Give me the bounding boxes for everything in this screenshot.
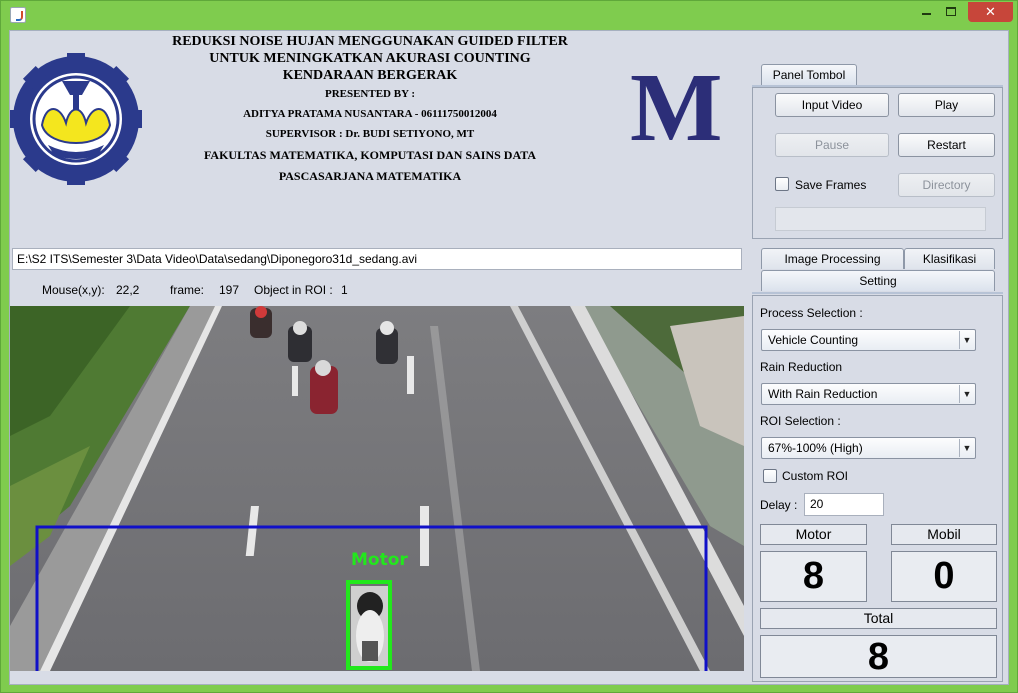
its-logo [10, 53, 142, 185]
mouse-value: 22,2 [116, 283, 140, 297]
app-window: ✕ REDUKSI NOISE HUJAN MENGGUNAKAN GUIDED… [0, 0, 1018, 693]
custom-roi-label: Custom ROI [782, 469, 849, 483]
motor-count-value: 8 [760, 551, 867, 602]
setting-tab-line [752, 292, 1003, 294]
pause-button[interactable]: Pause [775, 133, 889, 157]
faculty: FAKULTAS MATEMATIKA, KOMPUTASI DAN SAINS… [203, 148, 537, 162]
roi-count-value: 1 [341, 283, 348, 297]
save-frames-checkbox[interactable] [775, 177, 789, 191]
mouse-label: Mouse(x,y): [42, 283, 105, 297]
process-selection-value: Vehicle Counting [768, 333, 859, 347]
roi-selection-label: ROI Selection : [760, 414, 841, 428]
supervisor: SUPERVISOR : Dr. BUDI SETIYONO, MT [265, 128, 475, 140]
author: ADITYA PRATAMA NUSANTARA - 0611175001200… [243, 108, 497, 120]
delay-input[interactable]: 20 [804, 493, 884, 516]
chevron-down-icon: ▼ [959, 439, 974, 457]
mobil-count-label: Mobil [891, 524, 997, 545]
file-path-field[interactable]: E:\S2 ITS\Semester 3\Data Video\Data\sed… [12, 248, 742, 270]
maximize-icon[interactable] [946, 7, 956, 16]
video-frame[interactable]: Motor [10, 306, 744, 671]
video-frame-image [10, 306, 744, 671]
chevron-down-icon: ▼ [959, 385, 974, 403]
directory-path-field [775, 207, 986, 231]
mobil-count-value: 0 [891, 551, 997, 602]
directory-button[interactable]: Directory [898, 173, 995, 197]
rain-reduction-dropdown[interactable]: With Rain Reduction ▼ [761, 383, 976, 405]
process-selection-dropdown[interactable]: Vehicle Counting ▼ [761, 329, 976, 351]
rain-reduction-label: Rain Reduction [760, 360, 843, 374]
total-count-value: 8 [760, 635, 997, 678]
tab-panel-tombol[interactable]: Panel Tombol [761, 64, 857, 85]
process-selection-label: Process Selection : [760, 306, 863, 320]
frame-label: frame: [170, 283, 205, 297]
delay-label: Delay : [760, 498, 798, 512]
tab-klasifikasi[interactable]: Klasifikasi [904, 248, 995, 269]
play-button[interactable]: Play [898, 93, 995, 117]
save-frames-label: Save Frames [795, 178, 867, 192]
program: PASCASARJANA MATEMATIKA [278, 169, 462, 183]
java-app-icon [10, 7, 26, 23]
roi-selection-dropdown[interactable]: 67%-100% (High) ▼ [761, 437, 976, 459]
rain-reduction-value: With Rain Reduction [768, 387, 878, 401]
minimize-icon[interactable] [922, 13, 931, 15]
close-icon[interactable]: ✕ [968, 2, 1013, 22]
tab-setting[interactable]: Setting [761, 270, 995, 291]
presented-by: PRESENTED BY : [324, 88, 416, 100]
title-bar: ✕ [1, 1, 1017, 29]
detection-label: Motor [351, 550, 408, 570]
frame-value: 197 [219, 283, 240, 297]
motor-count-label: Motor [760, 524, 867, 545]
custom-roi-checkbox[interactable] [763, 469, 777, 483]
title-line-1: REDUKSI NOISE HUJAN MENGGUNAKAN GUIDED F… [172, 34, 568, 49]
brand-m-logo: M [630, 54, 722, 162]
roi-selection-value: 67%-100% (High) [768, 441, 863, 455]
title-line-3: KENDARAAN BERGERAK [282, 68, 458, 83]
input-video-button[interactable]: Input Video [775, 93, 889, 117]
header-title-block: REDUKSI NOISE HUJAN MENGGUNAKAN GUIDED F… [160, 33, 580, 183]
roi-count-label: Object in ROI : [254, 283, 333, 297]
total-count-label: Total [760, 608, 997, 629]
tab-image-processing[interactable]: Image Processing [761, 248, 904, 269]
main-content: REDUKSI NOISE HUJAN MENGGUNAKAN GUIDED F… [9, 30, 1009, 685]
title-line-2: UNTUK MENINGKATKAN AKURASI COUNTING [209, 51, 531, 66]
chevron-down-icon: ▼ [959, 331, 974, 349]
restart-button[interactable]: Restart [898, 133, 995, 157]
